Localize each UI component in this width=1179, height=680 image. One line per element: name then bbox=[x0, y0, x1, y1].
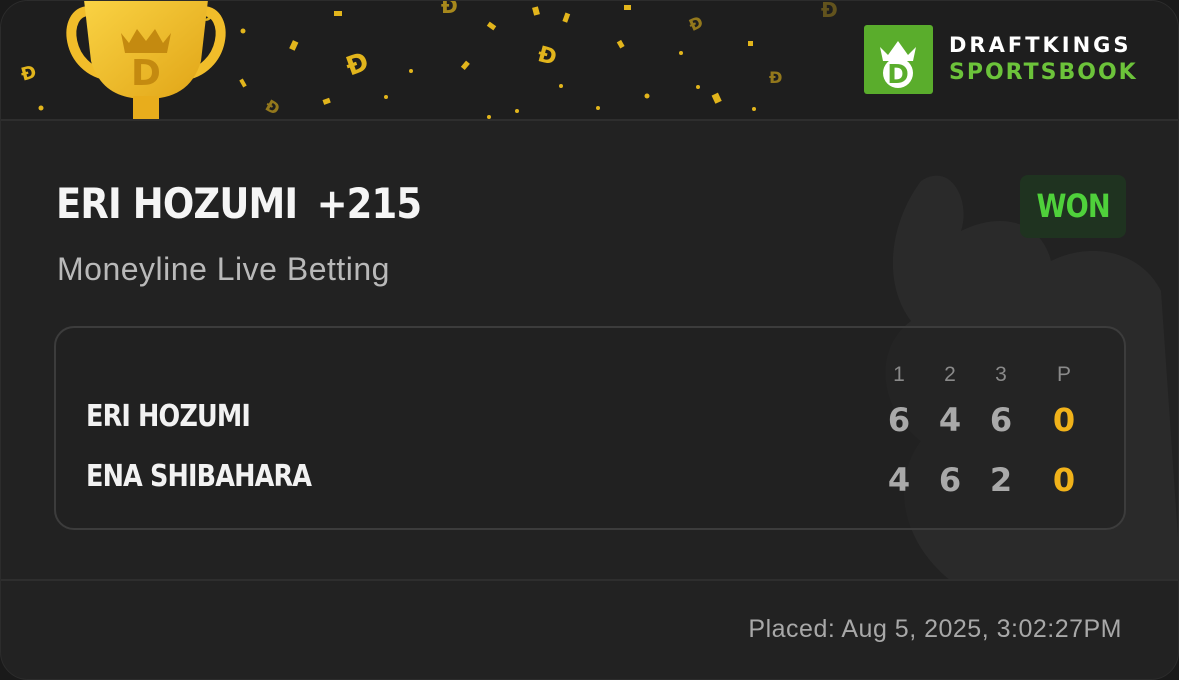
selection-name: ERI HOZUMI bbox=[56, 179, 298, 228]
score-cell: 6 bbox=[938, 461, 962, 499]
column-header-set-1: 1 bbox=[893, 363, 905, 386]
svg-text:Ð: Ð bbox=[769, 68, 782, 87]
svg-text:Ð: Ð bbox=[686, 12, 706, 35]
trophy-icon: D bbox=[66, 1, 226, 119]
odds-value: +215 bbox=[316, 179, 422, 228]
placed-timestamp: Placed: Aug 5, 2025, 3:02:27PM bbox=[748, 615, 1122, 643]
column-header-set-3: 3 bbox=[995, 363, 1007, 386]
score-cell: 6 bbox=[887, 401, 911, 439]
player-name: ERI HOZUMI bbox=[86, 399, 251, 434]
brand-line-2: SPORTSBOOK bbox=[949, 60, 1138, 85]
status-label: WON bbox=[1036, 187, 1110, 225]
svg-text:D: D bbox=[131, 53, 161, 94]
bet-selection-title: ERI HOZUMI +215 bbox=[56, 179, 422, 228]
svg-text:D: D bbox=[887, 60, 909, 90]
draftkings-logo-icon: D bbox=[864, 25, 933, 94]
bet-market: Moneyline Live Betting bbox=[57, 251, 390, 287]
score-cell: 6 bbox=[989, 401, 1013, 439]
score-cell: 4 bbox=[887, 461, 911, 499]
svg-text:Ð: Ð bbox=[342, 47, 373, 83]
points-cell: 0 bbox=[1052, 461, 1076, 499]
svg-text:Ð: Ð bbox=[441, 1, 458, 18]
svg-text:Ð: Ð bbox=[262, 96, 283, 119]
column-header-points: P bbox=[1056, 363, 1071, 386]
svg-text:Ð: Ð bbox=[19, 62, 39, 86]
brand-wordmark: DRAFTKINGS SPORTSBOOK bbox=[949, 31, 1138, 87]
svg-text:Ð: Ð bbox=[821, 1, 838, 22]
points-cell: 0 bbox=[1052, 401, 1076, 439]
footer-divider bbox=[1, 579, 1178, 581]
bet-card[interactable]: Ð Ð Ð Ð Ð Ð Ð Ð Ð D bbox=[0, 0, 1179, 680]
svg-text:Ð: Ð bbox=[535, 42, 559, 71]
status-badge: WON bbox=[1020, 175, 1126, 238]
column-header-set-2: 2 bbox=[944, 363, 956, 386]
score-cell: 2 bbox=[989, 461, 1013, 499]
score-cell: 4 bbox=[938, 401, 962, 439]
player-name: ENA SHIBAHARA bbox=[86, 459, 312, 494]
card-header: Ð Ð Ð Ð Ð Ð Ð Ð Ð D bbox=[1, 1, 1178, 121]
brand-line-1: DRAFTKINGS bbox=[949, 33, 1132, 57]
